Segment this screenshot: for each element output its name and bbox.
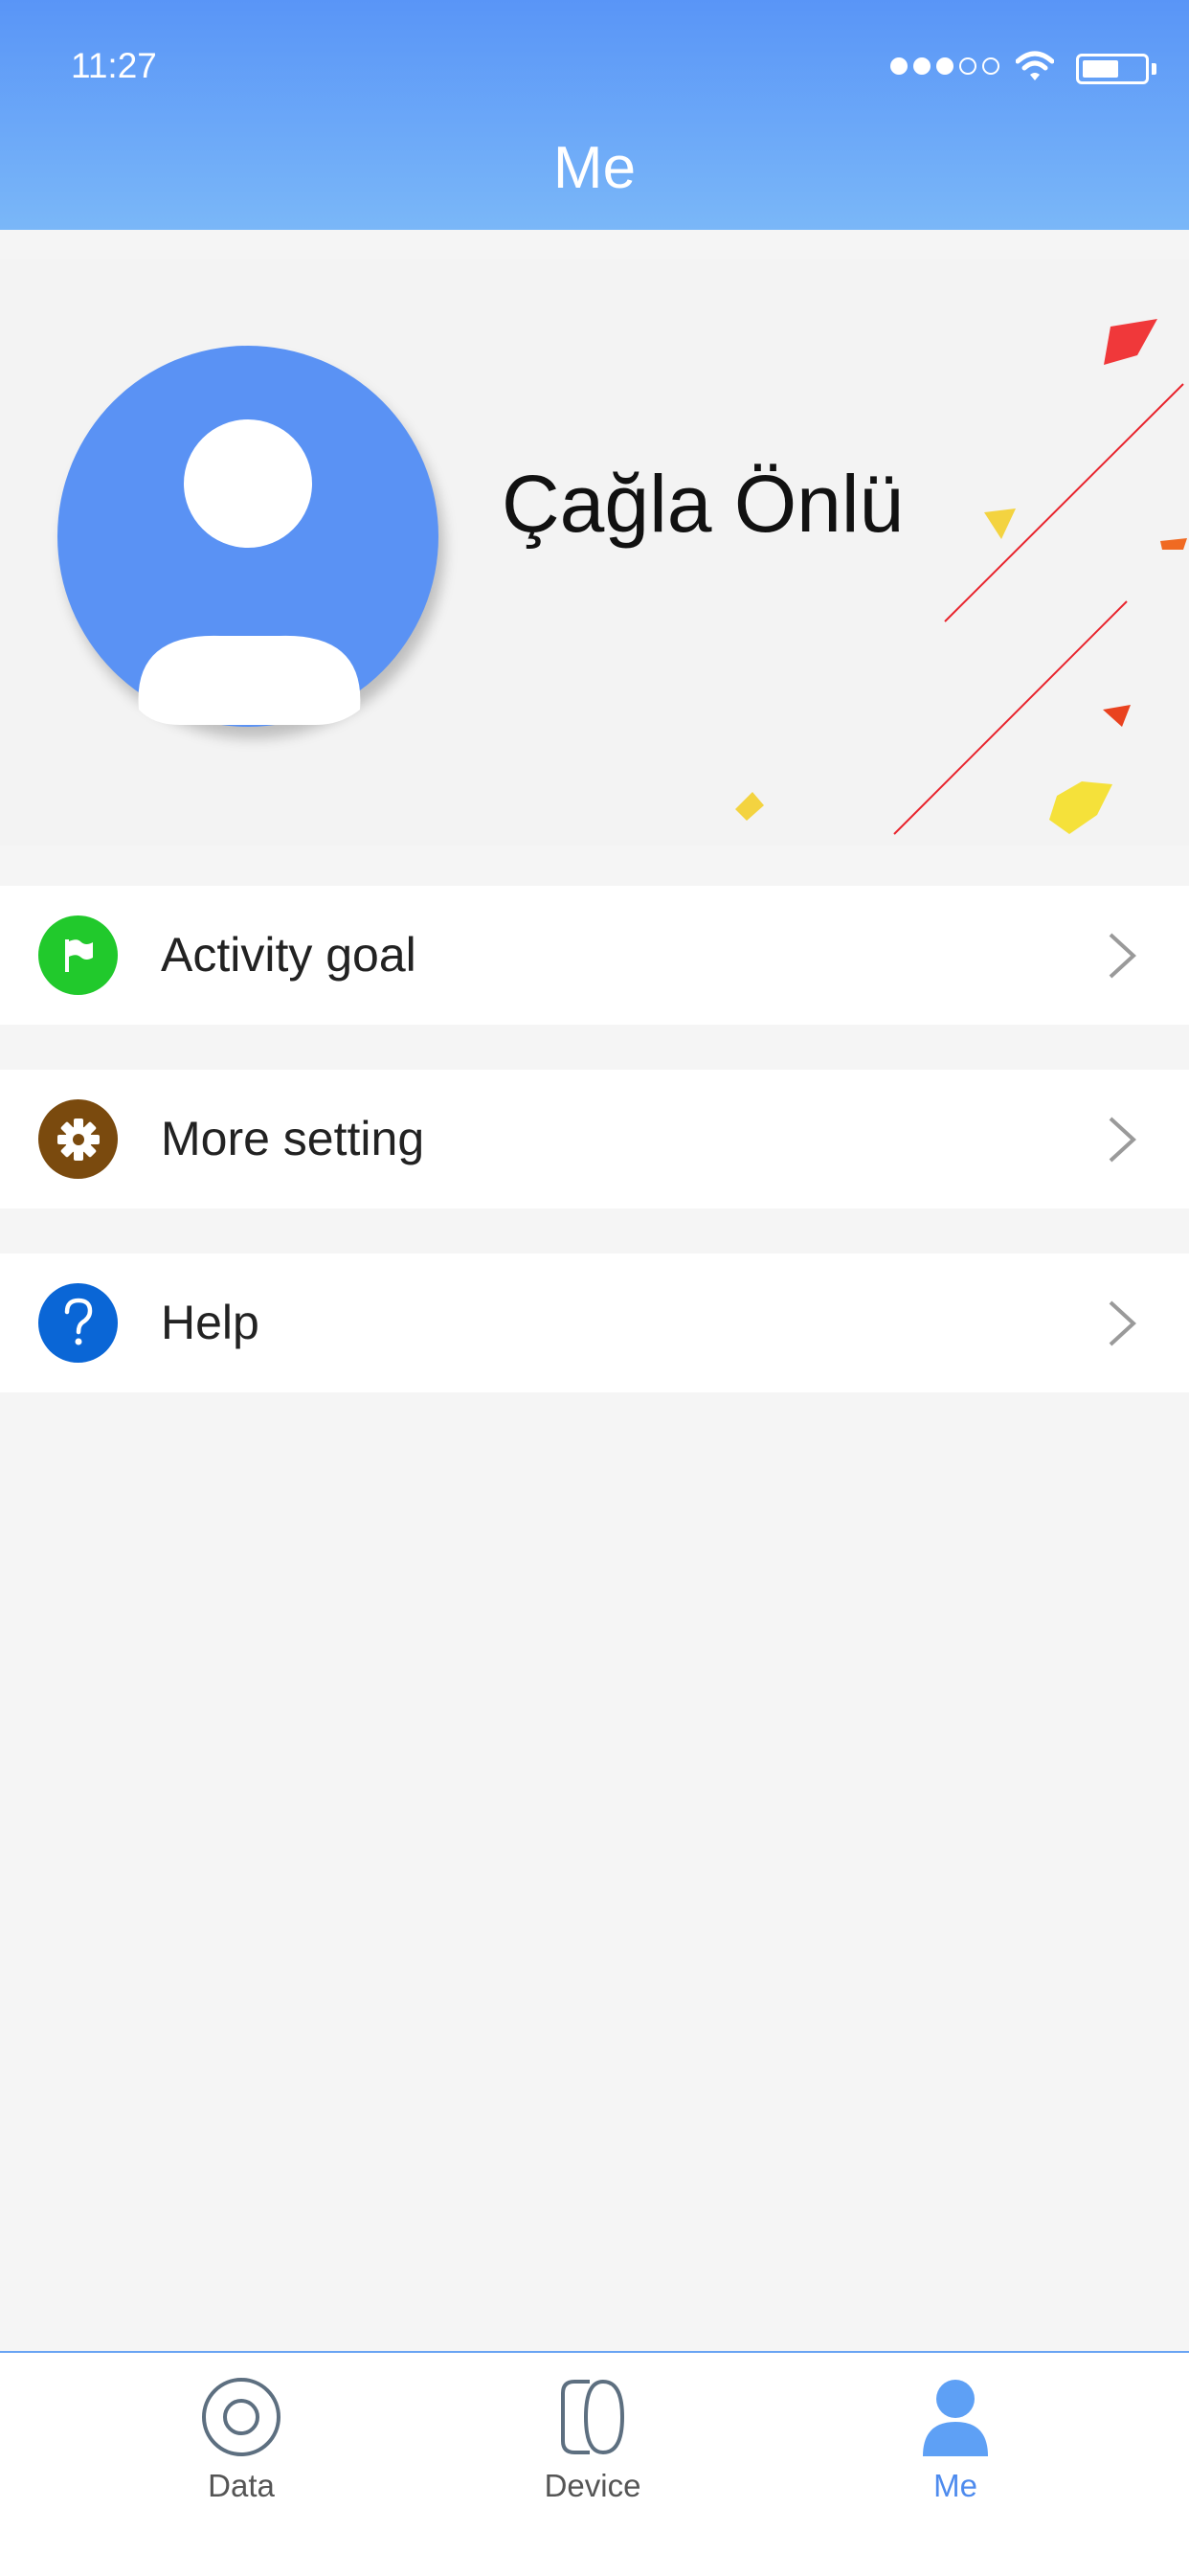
tab-label: Me [933,2468,977,2503]
data-ring-icon [202,2378,280,2456]
menu-item-label: Help [161,1296,259,1349]
tab-me[interactable]: Me [860,2353,1051,2576]
question-icon [38,1283,118,1363]
page-title: Me [552,135,637,201]
profile-card: Çağla Önlü [0,260,1189,846]
wifi-icon [1016,51,1054,80]
chevron-right-icon [1109,1300,1136,1346]
person-icon [138,419,361,725]
menu-item-help[interactable]: Help [0,1254,1189,1392]
tab-label: Device [544,2468,641,2503]
chevron-right-icon [1109,933,1136,979]
menu-item-label: More setting [161,1112,425,1165]
user-name: Çağla Önlü [502,459,905,549]
tab-device[interactable]: Device [497,2353,688,2576]
menu-item-more-setting[interactable]: More setting [0,1070,1189,1209]
avatar[interactable] [57,346,438,727]
status-time: 11:27 [71,46,157,85]
person-icon [923,2380,988,2456]
tab-label: Data [208,2468,275,2503]
cellular-signal-icon [890,57,999,75]
battery-icon [1076,54,1149,84]
gear-icon [38,1099,118,1179]
menu-item-activity-goal[interactable]: Activity goal [0,886,1189,1025]
flag-icon [38,915,118,995]
bottom-tab-bar: Data Device Me [0,2351,1189,2576]
menu-item-label: Activity goal [161,928,416,982]
tab-data[interactable]: Data [146,2353,337,2576]
top-header: 11:27 Me [0,0,1189,230]
device-icon [561,2379,625,2455]
chevron-right-icon [1109,1117,1136,1163]
